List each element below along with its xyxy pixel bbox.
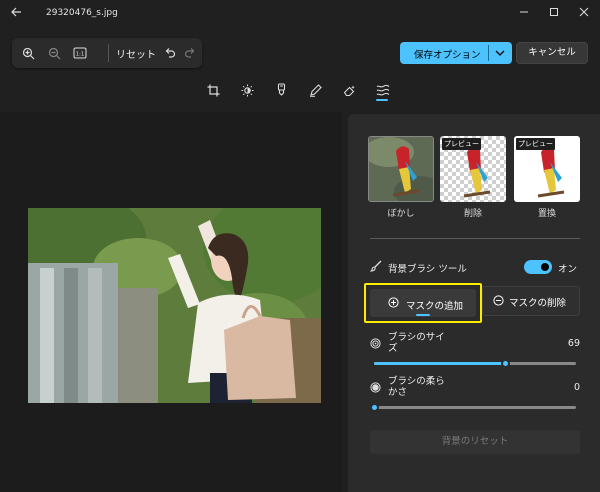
brush-size-icon <box>370 338 381 352</box>
remove-circle-icon <box>493 295 504 309</box>
brush-tool-toggle[interactable] <box>524 260 552 274</box>
brush-softness-icon <box>370 382 381 396</box>
blur-option-label: ぼかし <box>387 209 415 219</box>
brush-icon <box>369 260 382 275</box>
redo-icon[interactable] <box>182 45 198 61</box>
zoom-out-icon[interactable] <box>46 45 62 61</box>
toggle-knob <box>541 263 549 271</box>
slider-fill <box>374 362 506 365</box>
brush-size-label: ブラシのサイズ <box>388 332 445 354</box>
adjust-brightness-icon[interactable] <box>238 82 256 98</box>
crop-icon[interactable] <box>204 82 222 98</box>
save-options-label: 保存オプション <box>414 50 481 61</box>
remove-mask-button[interactable]: マスクの削除 <box>482 286 580 316</box>
reset-button[interactable]: リセット <box>116 46 156 61</box>
brush-size-slider[interactable] <box>374 359 576 368</box>
panel-divider <box>370 238 580 239</box>
remove-option-thumbnail[interactable]: プレビュー <box>440 136 506 202</box>
cancel-button[interactable]: キャンセル <box>516 42 588 64</box>
blur-option-thumbnail[interactable] <box>368 136 434 202</box>
preview-badge: プレビュー <box>516 138 555 150</box>
actual-size-icon[interactable]: 1:1 <box>72 45 88 61</box>
brush-size-control: ブラシのサイズ 69 <box>370 332 580 368</box>
brush-size-value: 69 <box>567 338 580 349</box>
background-brush-tool-row: 背景ブラシ ツール オン <box>369 258 582 276</box>
minimize-icon[interactable] <box>516 6 532 22</box>
slider-thumb[interactable] <box>501 359 511 368</box>
add-mask-label: マスクの追加 <box>406 301 464 312</box>
undo-icon[interactable] <box>162 45 178 61</box>
edited-photo[interactable] <box>28 208 321 403</box>
title-bar: 29320476_s.jpg <box>0 0 600 28</box>
highlight-box: マスクの追加 <box>364 283 482 323</box>
save-options-button[interactable]: 保存オプション <box>400 42 512 64</box>
toolbar-divider <box>108 44 109 62</box>
preview-badge: プレビュー <box>442 138 481 150</box>
add-circle-icon <box>388 297 399 311</box>
filter-icon[interactable] <box>272 82 290 98</box>
view-toolbar: 1:1 リセット <box>12 38 202 68</box>
remove-option-label: 削除 <box>463 209 482 219</box>
active-tab-indicator <box>376 99 388 101</box>
replace-option-label: 置換 <box>537 209 556 219</box>
erase-icon[interactable] <box>340 82 358 98</box>
add-mask-button[interactable]: マスクの追加 <box>370 289 476 317</box>
markup-pen-icon[interactable] <box>306 82 324 98</box>
brush-tool-label: 背景ブラシ ツール <box>388 264 467 275</box>
reset-background-button[interactable]: 背景のリセット <box>370 430 580 454</box>
brush-softness-slider[interactable] <box>370 403 576 412</box>
window-title: 29320476_s.jpg <box>46 8 118 18</box>
svg-text:1:1: 1:1 <box>76 51 85 57</box>
replace-option-thumbnail[interactable]: プレビュー <box>514 136 580 202</box>
back-arrow-icon[interactable] <box>8 6 24 22</box>
maximize-icon[interactable] <box>546 6 562 22</box>
save-split-divider <box>488 45 489 61</box>
slider-thumb[interactable] <box>370 403 379 412</box>
zoom-in-icon[interactable] <box>20 45 36 61</box>
remove-mask-label: マスクの削除 <box>509 298 567 309</box>
toggle-state-label: オン <box>558 264 578 275</box>
brush-softness-control: ブラシの柔らかさ 0 <box>370 376 580 412</box>
background-icon[interactable] <box>374 82 392 98</box>
close-icon[interactable] <box>576 6 592 22</box>
chevron-down-icon[interactable] <box>493 45 507 61</box>
brush-softness-value: 0 <box>573 382 580 393</box>
background-edit-panel: プレビュー プレビュー ぼかし 削除 置換 背景ブラシ ツール オン マスクの追… <box>348 114 600 492</box>
selected-indicator <box>416 314 430 316</box>
brush-softness-label: ブラシの柔らかさ <box>388 376 445 398</box>
